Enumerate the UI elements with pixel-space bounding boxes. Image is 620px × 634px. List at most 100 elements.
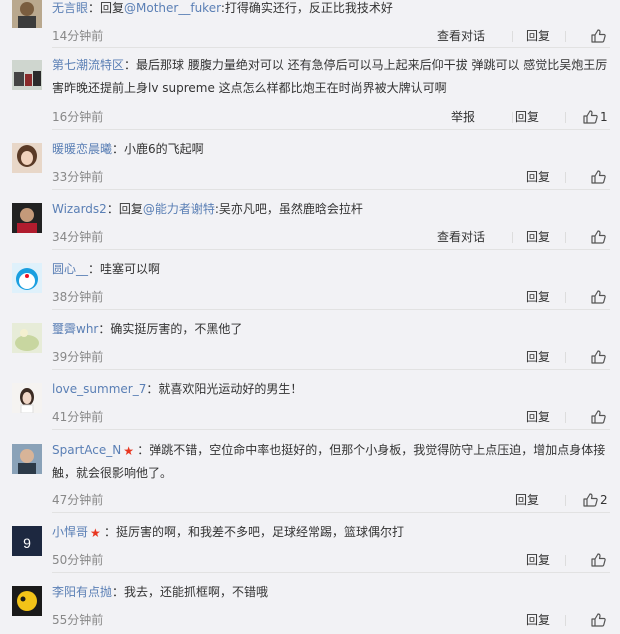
comment-body: ：哇塞可以啊 (88, 262, 161, 276)
avatar[interactable] (12, 383, 42, 413)
comment-meta: 38分钟前 回复 (52, 287, 610, 307)
user-name-link[interactable]: 暖暖恋晨曦 (52, 142, 112, 156)
reply-button[interactable]: 回复 (526, 407, 550, 427)
comment-meta: 50分钟前 回复 (52, 550, 610, 570)
avatar[interactable] (12, 0, 42, 28)
avatar[interactable] (12, 143, 42, 173)
like-icon[interactable] (590, 409, 606, 425)
like-icon[interactable] (590, 289, 606, 305)
timestamp: 39分钟前 (52, 350, 104, 364)
vip-star-icon: ★ (90, 526, 101, 540)
comment-item: 圆心__：哇塞可以啊 38分钟前 回复 (0, 250, 620, 310)
comment-item: Wizards2：回复@能力者谢特:吴亦凡吧，虽然鹿晗会拉杆 34分钟前 查看对话 回… (0, 190, 620, 250)
avatar[interactable] (12, 323, 42, 353)
comment-actions: 回复 (402, 407, 610, 427)
reply-button[interactable]: 回复 (526, 167, 550, 187)
comment-item: 无言眼：回复@Mother__fuker:打得确实还行，反正比我技术好 14分钟前… (0, 0, 620, 48)
comment-body: ：小鹿6的飞起啊 (112, 142, 204, 156)
like-icon[interactable] (590, 169, 606, 185)
comment-item: 李阳有点抛：我去，还能抓框啊，不错哦 55分钟前 回复 (0, 573, 620, 633)
comment-text: 暖暖恋晨曦：小鹿6的飞起啊 (52, 138, 608, 161)
comment-actions: 回复 (402, 347, 610, 367)
separator (512, 232, 513, 243)
user-name-link[interactable]: 圆心__ (52, 262, 88, 276)
comment-meta: 39分钟前 回复 (52, 347, 610, 367)
reply-button[interactable]: 回复 (515, 107, 539, 127)
separator (565, 232, 566, 243)
like-count: 2 (600, 493, 608, 507)
separator (565, 172, 566, 183)
comment-text: 第七潮流特区：最后那球 腰腹力量绝对可以 还有急停后可以马上起来后仰干拔 弹跳可… (52, 54, 608, 100)
reply-button[interactable]: 回复 (526, 610, 550, 630)
comment-text: 圆心__：哇塞可以啊 (52, 258, 608, 281)
comment-text: 小悍哥 ★ ：挺厉害的啊，和我差不多吧，足球经常踢，篮球偶尔打 (52, 521, 608, 544)
like-icon[interactable] (590, 552, 606, 568)
like-icon[interactable] (590, 612, 606, 628)
comment-body: :吴亦凡吧，虽然鹿晗会拉杆 (214, 202, 363, 216)
separator (512, 112, 513, 123)
like-icon[interactable] (590, 28, 606, 44)
user-name-link[interactable]: 无言眼 (52, 1, 88, 15)
user-name-link[interactable]: 第七潮流特区 (52, 58, 124, 72)
comment-body: ：确实挺厉害的，不黑他了 (98, 322, 243, 336)
comment-list: 无言眼：回复@Mother__fuker:打得确实还行，反正比我技术好 14分钟前… (0, 0, 620, 633)
reply-button[interactable]: 回复 (515, 490, 539, 510)
comment-actions: 举报 回复 1 (402, 107, 610, 127)
comment-item: SpartAce_N ★ ：弹跳不错，空位命中率也挺好的，但那个小身板，我觉得防守上… (0, 430, 620, 513)
comment-body: ：我去，还能抓框啊，不错哦 (112, 585, 269, 599)
timestamp: 50分钟前 (52, 553, 104, 567)
avatar[interactable] (12, 60, 42, 90)
mention-link[interactable]: @Mother__fuker (124, 1, 221, 15)
separator (565, 31, 566, 42)
comment-body: :打得确实还行，反正比我技术好 (220, 1, 393, 15)
comment-text: 璽霽whr：确实挺厉害的，不黑他了 (52, 318, 608, 341)
comment-meta: 33分钟前 回复 (52, 167, 610, 187)
like-count: 1 (600, 110, 608, 124)
comment-item: 璽霽whr：确实挺厉害的，不黑他了 39分钟前 回复 (0, 310, 620, 370)
timestamp: 55分钟前 (52, 613, 104, 627)
view-conversation-link[interactable]: 查看对话 (437, 26, 485, 46)
like-icon[interactable] (590, 229, 606, 245)
user-name-link[interactable]: Wizards2 (52, 202, 107, 216)
reply-button[interactable]: 回复 (526, 347, 550, 367)
report-link[interactable]: 举报 (451, 107, 475, 127)
separator (565, 112, 566, 123)
user-name-link[interactable]: 李阳有点抛 (52, 585, 112, 599)
timestamp: 33分钟前 (52, 170, 104, 184)
comment-item: 第七潮流特区：最后那球 腰腹力量绝对可以 还有急停后可以马上起来后仰干拔 弹跳可… (0, 48, 620, 130)
separator (565, 615, 566, 626)
comment-meta: 41分钟前 回复 (52, 407, 610, 427)
avatar[interactable] (12, 203, 42, 233)
like-icon[interactable] (582, 109, 598, 125)
reply-button[interactable]: 回复 (526, 287, 550, 307)
comment-actions: 查看对话 回复 (402, 26, 610, 46)
avatar[interactable] (12, 586, 42, 616)
reply-button[interactable]: 回复 (526, 227, 550, 247)
comment-actions: 回复 (402, 287, 610, 307)
user-name-link[interactable]: 璽霽whr (52, 322, 98, 336)
timestamp: 16分钟前 (52, 110, 104, 124)
user-name-link[interactable]: love_summer_7 (52, 382, 146, 396)
comment-item: 暖暖恋晨曦：小鹿6的飞起啊 33分钟前 回复 (0, 130, 620, 190)
comment-meta: 47分钟前 回复 2 (52, 490, 610, 510)
separator (565, 412, 566, 423)
avatar[interactable]: 9 (12, 526, 42, 556)
mention-link[interactable]: @能力者谢特 (143, 202, 215, 216)
like-icon[interactable] (582, 492, 598, 508)
comment-meta: 55分钟前 回复 (52, 610, 610, 630)
reply-button[interactable]: 回复 (526, 550, 550, 570)
comment-actions: 回复 (402, 550, 610, 570)
comment-text: 李阳有点抛：我去，还能抓框啊，不错哦 (52, 581, 608, 604)
reply-button[interactable]: 回复 (526, 26, 550, 46)
timestamp: 34分钟前 (52, 230, 104, 244)
timestamp: 47分钟前 (52, 493, 104, 507)
view-conversation-link[interactable]: 查看对话 (437, 227, 485, 247)
separator (565, 555, 566, 566)
like-icon[interactable] (590, 349, 606, 365)
user-name-link[interactable]: 小悍哥 (52, 525, 88, 539)
comment-body: ：回复 (88, 1, 125, 15)
separator (565, 352, 566, 363)
avatar[interactable] (12, 263, 42, 293)
avatar[interactable] (12, 444, 42, 474)
user-name-link[interactable]: SpartAce_N (52, 443, 121, 457)
